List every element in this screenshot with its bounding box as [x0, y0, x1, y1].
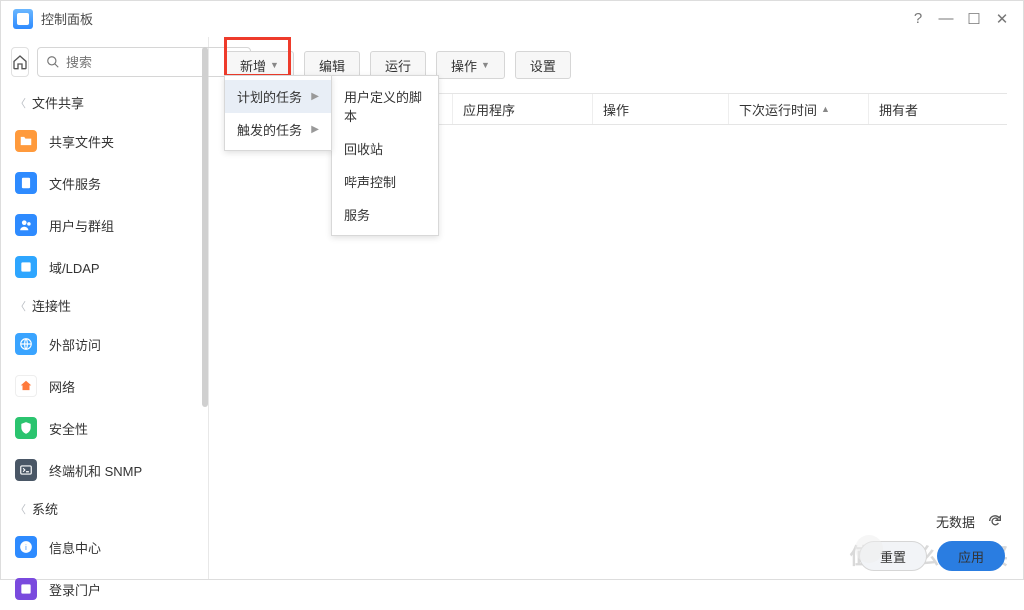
button-label: 操作	[451, 56, 477, 75]
window-title: 控制面板	[41, 9, 93, 28]
close-button[interactable]: ✕	[993, 10, 1011, 28]
column-nextrun[interactable]: 下次运行时间 ▲	[729, 94, 869, 124]
category-filesharing[interactable]: 〈文件共享	[1, 85, 208, 120]
category-system[interactable]: 〈系统	[1, 491, 208, 526]
column-action[interactable]: 操作	[593, 94, 729, 124]
help-button[interactable]: ?	[909, 10, 927, 28]
terminal-icon	[15, 459, 37, 481]
sidebar-item-portal[interactable]: 登录门户	[1, 568, 208, 610]
category-label: 连接性	[32, 296, 71, 315]
sidebar-item-label: 登录门户	[49, 580, 101, 599]
menu-item-label: 触发的任务	[237, 120, 302, 139]
sidebar-item-info[interactable]: i 信息中心	[1, 526, 208, 568]
sidebar-item-external[interactable]: 外部访问	[1, 323, 208, 365]
sidebar-item-label: 网络	[49, 377, 75, 396]
sidebar-item-label: 域/LDAP	[49, 258, 100, 277]
button-label: 应用	[958, 547, 984, 566]
button-label: 重置	[880, 547, 906, 566]
app-icon	[13, 9, 33, 29]
file-icon	[15, 172, 37, 194]
column-label: 下次运行时间	[739, 100, 817, 119]
column-label: 应用程序	[463, 100, 515, 119]
watermark-thumb-icon	[855, 535, 883, 563]
sidebar-item-label: 安全性	[49, 419, 88, 438]
sidebar-item-label: 终端机和 SNMP	[49, 461, 142, 480]
menu-item-label: 回收站	[344, 139, 383, 158]
menu-item-label: 用户定义的脚本	[344, 87, 426, 125]
chevron-up-icon: 〈	[15, 95, 26, 111]
sidebar-item-users-groups[interactable]: 用户与群组	[1, 204, 208, 246]
refresh-icon	[987, 513, 1003, 529]
minimize-button[interactable]: —	[937, 10, 955, 28]
button-label: 新增	[240, 56, 266, 75]
sidebar-item-label: 共享文件夹	[49, 132, 114, 151]
home-icon	[12, 54, 28, 70]
caret-down-icon: ▼	[481, 60, 490, 70]
sort-asc-icon: ▲	[821, 104, 830, 114]
sidebar-item-terminal[interactable]: 终端机和 SNMP	[1, 449, 208, 491]
caret-down-icon: ▼	[270, 60, 279, 70]
chevron-up-icon: 〈	[15, 501, 26, 517]
column-label: 拥有者	[879, 100, 918, 119]
column-label: 操作	[603, 100, 629, 119]
chevron-right-icon: ▶	[311, 91, 319, 102]
menu-item-beep[interactable]: 哔声控制	[332, 165, 438, 198]
sidebar-item-security[interactable]: 安全性	[1, 407, 208, 449]
dropdown-menu-2: 用户定义的脚本 回收站 哔声控制 服务	[331, 75, 439, 236]
sidebar-item-label: 用户与群组	[49, 216, 114, 235]
globe-icon	[15, 333, 37, 355]
info-icon: i	[15, 536, 37, 558]
portal-icon	[15, 578, 37, 600]
sidebar-item-network[interactable]: 网络	[1, 365, 208, 407]
sidebar-item-ldap[interactable]: 域/LDAP	[1, 246, 208, 288]
home-button[interactable]	[11, 47, 29, 77]
action-button[interactable]: 操作 ▼	[436, 51, 505, 79]
category-label: 文件共享	[32, 93, 84, 112]
search-icon	[46, 55, 60, 69]
folder-icon	[15, 130, 37, 152]
chevron-up-icon: 〈	[15, 298, 26, 314]
button-label: 编辑	[319, 56, 345, 75]
sidebar-item-file-service[interactable]: 文件服务	[1, 162, 208, 204]
menu-item-label: 哔声控制	[344, 172, 396, 191]
sidebar-item-label: 外部访问	[49, 335, 101, 354]
menu-item-scheduled-task[interactable]: 计划的任务 ▶	[225, 80, 331, 113]
maximize-button[interactable]: ☐	[965, 10, 983, 28]
apply-button[interactable]: 应用	[937, 541, 1005, 571]
dropdown-menu-1: 计划的任务 ▶ 触发的任务 ▶	[224, 75, 332, 151]
domain-icon	[15, 256, 37, 278]
nodata-label: 无数据	[936, 512, 975, 531]
sidebar: 〈文件共享 共享文件夹 文件服务 用户与群组 域/LDAP 〈连接性 外部访问 …	[1, 37, 209, 579]
button-label: 设置	[530, 56, 556, 75]
shield-icon	[15, 417, 37, 439]
sidebar-scrollbar[interactable]	[202, 47, 208, 407]
column-app[interactable]: 应用程序	[453, 94, 593, 124]
category-connectivity[interactable]: 〈连接性	[1, 288, 208, 323]
category-label: 系统	[32, 499, 58, 518]
refresh-button[interactable]	[987, 513, 1005, 531]
network-icon	[15, 375, 37, 397]
menu-item-label: 服务	[344, 205, 370, 224]
menu-item-recycle[interactable]: 回收站	[332, 132, 438, 165]
content-area: 新增 ▼ 编辑 运行 操作 ▼ 设置 计划的任务 ▶ 触发的任务 ▶ 用户定义的脚本 回…	[209, 37, 1023, 579]
menu-item-triggered-task[interactable]: 触发的任务 ▶	[225, 113, 331, 146]
chevron-right-icon: ▶	[311, 124, 319, 135]
users-icon	[15, 214, 37, 236]
sidebar-item-label: 信息中心	[49, 538, 101, 557]
sidebar-item-label: 文件服务	[49, 174, 101, 193]
column-owner[interactable]: 拥有者	[869, 94, 1007, 124]
settings-button[interactable]: 设置	[515, 51, 571, 79]
menu-item-service[interactable]: 服务	[332, 198, 438, 231]
menu-item-user-script[interactable]: 用户定义的脚本	[332, 80, 438, 132]
menu-item-label: 计划的任务	[237, 87, 302, 106]
sidebar-item-shared-folder[interactable]: 共享文件夹	[1, 120, 208, 162]
button-label: 运行	[385, 56, 411, 75]
table-footer: 无数据	[936, 512, 1005, 531]
